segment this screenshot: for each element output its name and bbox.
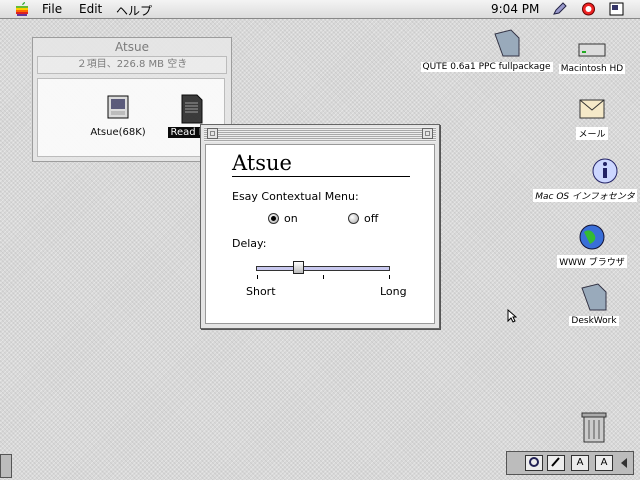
window-content: Atsue(68K) Read Me — [37, 78, 225, 157]
menubar-clock[interactable]: 9:04 PM — [491, 2, 539, 16]
application-icon — [107, 95, 129, 119]
strip-pen-button[interactable] — [547, 455, 565, 471]
pencil-icon[interactable] — [552, 2, 567, 16]
strip-font-button[interactable]: A — [571, 455, 589, 471]
menu-bar: File Edit ヘルプ 9:04 PM — [0, 0, 640, 19]
menu-edit[interactable]: Edit — [79, 2, 102, 16]
cursor-icon — [507, 309, 517, 323]
strip-font-button[interactable]: A — [595, 455, 613, 471]
slider-tick — [389, 275, 390, 279]
desktop-icon-macintosh-hd[interactable]: Macintosh HD — [558, 40, 626, 74]
menu-file[interactable]: File — [42, 2, 62, 16]
contextual-menu-label: Esay Contextual Menu: — [232, 190, 359, 203]
file-item-atsue[interactable]: Atsue(68K) — [88, 94, 148, 138]
off-radio[interactable] — [348, 213, 359, 224]
short-label: Short — [246, 285, 276, 298]
info-icon — [592, 158, 618, 184]
delay-label: Delay: — [232, 237, 267, 250]
window-info-bar: ２項目、226.8 MB 空き — [37, 56, 227, 74]
globe-icon — [579, 224, 605, 250]
collapse-box[interactable] — [422, 128, 433, 139]
strip-settings-button[interactable] — [525, 455, 543, 471]
pen-icon — [551, 457, 560, 467]
window-title[interactable]: Atsue — [33, 38, 231, 56]
off-label[interactable]: off — [364, 212, 378, 225]
menu-help[interactable]: ヘルプ — [116, 2, 152, 19]
desktop-icon-label: QUTE 0.6a1 PPC fullpackage — [420, 62, 553, 72]
desktop-icon-label: Macintosh HD — [558, 64, 626, 74]
collapse-arrow-icon[interactable] — [619, 457, 629, 469]
apple-icon[interactable] — [14, 1, 30, 17]
on-radio[interactable] — [268, 213, 279, 224]
trash-icon — [581, 412, 607, 443]
desktop-icon-label: WWW ブラウザ — [557, 255, 627, 268]
on-label[interactable]: on — [284, 212, 298, 225]
document-icon — [181, 94, 203, 124]
desktop-icon-www-browser[interactable]: WWW ブラウザ — [552, 222, 632, 268]
control-strip-tab[interactable] — [0, 454, 12, 478]
delay-slider-thumb[interactable] — [292, 261, 304, 274]
dialog-title-bar[interactable] — [204, 127, 436, 142]
delay-slider-track[interactable] — [256, 266, 390, 271]
desktop-icon-mail[interactable]: メール — [568, 94, 616, 140]
folder-icon — [581, 283, 607, 311]
hard-drive-icon — [578, 43, 606, 57]
desktop-icon-label: DeskWork — [569, 316, 619, 326]
mail-icon — [579, 99, 605, 119]
slider-tick — [257, 275, 258, 279]
close-box[interactable] — [207, 128, 218, 139]
help-icon[interactable] — [581, 2, 596, 16]
desktop-icon-label: メール — [576, 127, 608, 140]
folder-icon — [493, 29, 519, 57]
control-strip: A A — [506, 451, 634, 475]
desktop-icon-trash[interactable] — [574, 408, 614, 447]
dialog-content: Atsue Esay Contextual Menu: on off Delay… — [205, 144, 435, 324]
file-item-label: Atsue(68K) — [90, 127, 146, 138]
desktop-icon-info-center[interactable]: Mac OS インフォセンタ — [530, 156, 640, 202]
desktop-icon-deskwork[interactable]: DeskWork — [566, 282, 622, 326]
desktop-icon-label: Mac OS インフォセンタ — [533, 189, 637, 202]
long-label: Long — [380, 285, 407, 298]
application-icon[interactable] — [609, 2, 624, 16]
slider-tick — [323, 275, 324, 279]
settings-icon — [529, 457, 539, 467]
heading-rule — [232, 176, 410, 177]
dialog-heading: Atsue — [232, 151, 292, 175]
atsue-dialog[interactable]: Atsue Esay Contextual Menu: on off Delay… — [200, 124, 440, 329]
desktop-icon-qute[interactable]: QUTE 0.6a1 PPC fullpackage — [419, 28, 554, 72]
